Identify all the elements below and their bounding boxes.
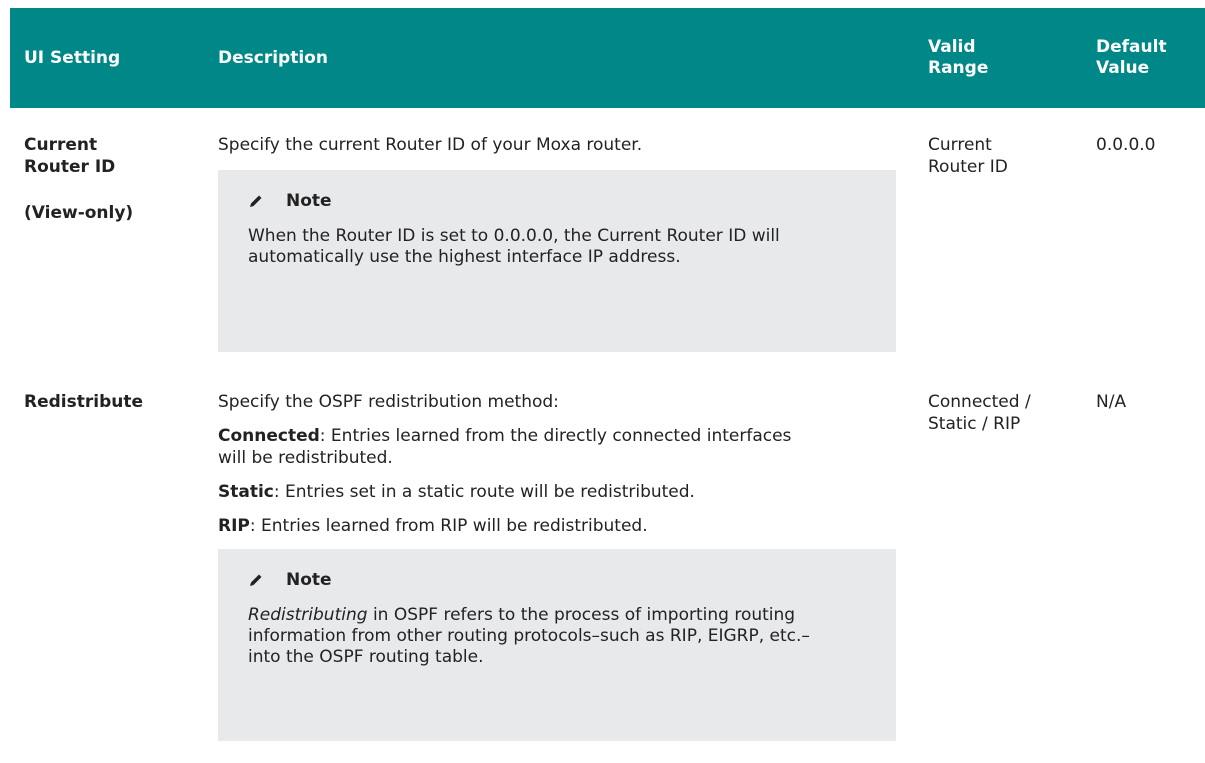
note-title: Note xyxy=(286,191,332,211)
option-rip: RIP: Entries learned from RIP will be re… xyxy=(218,515,908,537)
setting-name: Current Router ID xyxy=(24,135,116,177)
setting-cell: Redistribute xyxy=(24,391,204,413)
note-box: Note Redistributing in OSPF refers to th… xyxy=(218,549,896,741)
note-title: Note xyxy=(286,570,332,590)
description-cell: Specify the current Router ID of your Mo… xyxy=(218,134,908,352)
option-text: : Entries learned from RIP will be redis… xyxy=(249,516,648,536)
default-value-cell: N/A xyxy=(1096,391,1201,413)
default-value-cell: 0.0.0.0 xyxy=(1096,134,1201,156)
table-header: UI Setting Description Valid Range Defau… xyxy=(10,8,1205,108)
note-header: Note xyxy=(248,569,866,591)
note-term: Redistributing xyxy=(248,605,368,625)
option-text: : Entries set in a static route will be … xyxy=(273,482,695,502)
description-text: Specify the current Router ID of your Mo… xyxy=(218,135,643,155)
note-box: Note When the Router ID is set to 0.0.0.… xyxy=(218,170,896,352)
header-valid-range: Valid Range xyxy=(928,8,1078,108)
header-ui-setting-label: UI Setting xyxy=(24,47,121,68)
description-cell: Specify the OSPF redistribution method: … xyxy=(218,391,908,741)
header-description-label: Description xyxy=(218,47,328,68)
note-text: Redistributing in OSPF refers to the pro… xyxy=(248,605,828,668)
default-value: N/A xyxy=(1096,392,1127,412)
option-static: Static: Entries set in a static route wi… xyxy=(218,481,908,503)
setting-name: Redistribute xyxy=(24,392,143,412)
header-description: Description xyxy=(218,8,898,108)
option-connected: Connected: Entries learned from the dire… xyxy=(218,425,818,469)
header-default-value: Default Value xyxy=(1096,8,1201,108)
valid-range-value: Connected / Static / RIP xyxy=(928,392,1031,434)
option-term: RIP xyxy=(218,516,250,536)
note-header: Note xyxy=(248,190,866,212)
pencil-icon xyxy=(250,574,262,586)
header-valid-range-label: Valid Range xyxy=(928,37,989,78)
default-value: 0.0.0.0 xyxy=(1096,135,1156,155)
valid-range-cell: Connected / Static / RIP xyxy=(928,391,1078,435)
header-default-value-label: Default Value xyxy=(1096,37,1167,78)
description-text: Specify the OSPF redistribution method: xyxy=(218,392,559,412)
valid-range-value: Current Router ID xyxy=(928,135,1008,177)
setting-view-only: (View-only) xyxy=(24,203,134,223)
valid-range-cell: Current Router ID xyxy=(928,134,1078,178)
option-term: Static xyxy=(218,482,274,502)
table-row-current-router-id: Current Router ID (View-only) Specify th… xyxy=(10,108,1205,364)
header-ui-setting: UI Setting xyxy=(24,8,194,108)
table-row-redistribute: Redistribute Specify the OSPF redistribu… xyxy=(10,364,1205,763)
option-term: Connected xyxy=(218,426,320,446)
note-text: When the Router ID is set to 0.0.0.0, th… xyxy=(248,226,780,267)
pencil-icon xyxy=(250,195,262,207)
setting-cell: Current Router ID (View-only) xyxy=(24,134,204,224)
